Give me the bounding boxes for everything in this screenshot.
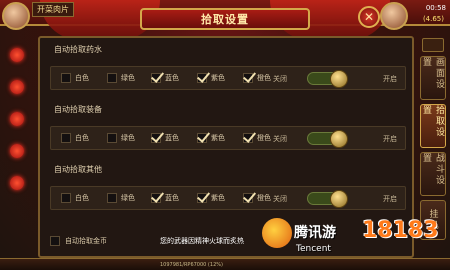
page-title: 拾取设置	[201, 13, 249, 26]
toggle-off-label: 关闭	[273, 135, 287, 143]
watermark: 腾讯游 Tencent 18183	[262, 212, 450, 270]
checkbox[interactable]	[61, 193, 71, 203]
toggle-knob[interactable]	[330, 130, 348, 148]
checkbox[interactable]	[151, 133, 161, 143]
option-purple[interactable]: 紫色	[197, 193, 225, 203]
option-green[interactable]: 绿色	[107, 73, 135, 83]
checkbox[interactable]	[243, 133, 253, 143]
option-white[interactable]: 白色	[61, 133, 89, 143]
tencent-logo-icon	[262, 218, 292, 248]
section-title: 自动拾取药水	[54, 45, 102, 54]
lantern-icon	[10, 48, 24, 62]
toggle-off-label: 关闭	[273, 75, 287, 83]
toggle-switch[interactable]	[307, 130, 348, 148]
checkbox[interactable]	[197, 193, 207, 203]
side-tab-header	[422, 38, 444, 52]
checkbox[interactable]	[61, 133, 71, 143]
watermark-number: 18183	[362, 218, 439, 243]
exp-info: 1097981/RP67000 (12%)	[160, 262, 223, 268]
option-white[interactable]: 白色	[61, 193, 89, 203]
npc-name: 开菜肉片	[32, 2, 74, 17]
checkbox[interactable]	[197, 133, 207, 143]
close-icon: ✕	[363, 10, 375, 24]
option-blue[interactable]: 蓝色	[151, 193, 179, 203]
toggle-switch[interactable]	[307, 70, 348, 88]
checkbox[interactable]	[107, 133, 117, 143]
option-orange[interactable]: 橙色	[243, 73, 271, 83]
option-orange[interactable]: 橙色	[243, 133, 271, 143]
lantern-icon	[10, 80, 24, 94]
gold-label: 自动拾取金币	[65, 237, 107, 245]
system-notice: 您的武器因精神火球而炙热	[160, 237, 244, 245]
checkbox[interactable]	[107, 193, 117, 203]
option-row: 白色 绿色 蓝色 紫色 橙色 关闭 开启	[50, 66, 406, 90]
player-avatar[interactable]	[380, 2, 408, 30]
option-blue[interactable]: 蓝色	[151, 73, 179, 83]
toggle-on-label: 开启	[383, 135, 397, 143]
option-row: 白色 绿色 蓝色 紫色 橙色 关闭 开启	[50, 126, 406, 150]
lantern-icon	[10, 176, 24, 190]
level-indicator: (4.65)	[422, 15, 444, 23]
toggle-knob[interactable]	[330, 70, 348, 88]
option-purple[interactable]: 紫色	[197, 133, 225, 143]
option-blue[interactable]: 蓝色	[151, 133, 179, 143]
toggle-switch[interactable]	[307, 190, 348, 208]
lantern-icon	[10, 112, 24, 126]
watermark-brand-en: Tencent	[296, 244, 331, 254]
checkbox[interactable]	[151, 73, 161, 83]
tab-combat[interactable]: 战斗设置	[420, 152, 446, 196]
toggle-off-label: 关闭	[273, 195, 287, 203]
checkbox[interactable]	[107, 73, 117, 83]
option-green[interactable]: 绿色	[107, 133, 135, 143]
checkbox[interactable]	[151, 193, 161, 203]
option-row: 白色 绿色 蓝色 紫色 橙色 关闭 开启	[50, 186, 406, 210]
toggle-knob[interactable]	[330, 190, 348, 208]
checkbox[interactable]	[243, 73, 253, 83]
tab-display[interactable]: 画面设置	[420, 56, 446, 100]
tab-pickup[interactable]: 拾取设置	[420, 104, 446, 148]
section-title: 自动拾取其他	[54, 165, 102, 174]
checkbox[interactable]	[197, 73, 207, 83]
status-time: 00:58	[425, 4, 446, 12]
watermark-brand-cn: 腾讯游	[294, 225, 336, 241]
checkbox[interactable]	[243, 193, 253, 203]
toggle-on-label: 开启	[383, 195, 397, 203]
option-white[interactable]: 白色	[61, 73, 89, 83]
toggle-on-label: 开启	[383, 75, 397, 83]
option-orange[interactable]: 橙色	[243, 193, 271, 203]
checkbox[interactable]	[50, 236, 60, 246]
lantern-icon	[10, 144, 24, 158]
option-gold[interactable]: 自动拾取金币	[50, 236, 107, 246]
title-banner: 拾取设置	[140, 8, 310, 30]
section-title: 自动拾取装备	[54, 105, 102, 114]
checkbox[interactable]	[61, 73, 71, 83]
close-button[interactable]: ✕	[358, 6, 380, 28]
option-green[interactable]: 绿色	[107, 193, 135, 203]
npc-avatar[interactable]	[2, 2, 30, 30]
option-purple[interactable]: 紫色	[197, 73, 225, 83]
